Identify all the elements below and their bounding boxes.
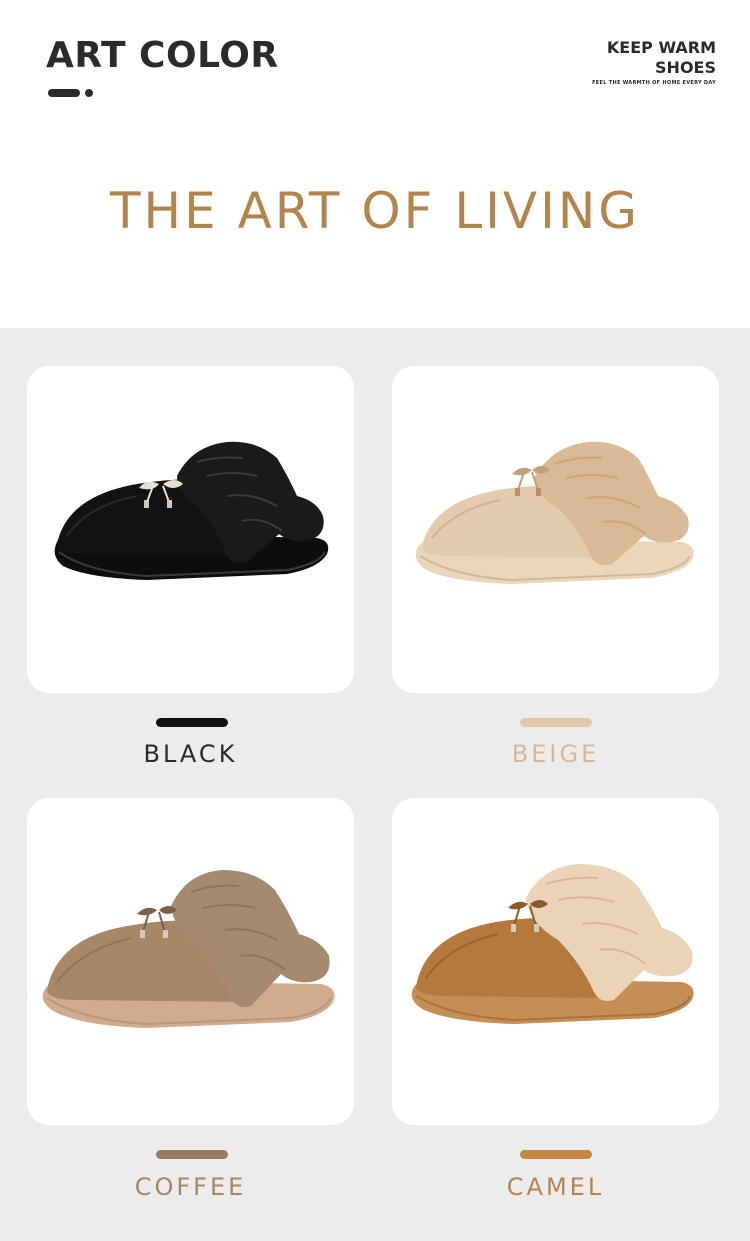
brand-mark-icon <box>48 88 96 98</box>
brand-logo-text: ART COLOR <box>46 35 279 76</box>
product-card-coffee[interactable] <box>27 798 354 1125</box>
swatch-coffee <box>156 1150 228 1159</box>
coffee-fur-slipper-icon <box>42 870 335 1028</box>
color-label-coffee: COFFEE <box>134 1173 247 1201</box>
product-card-camel[interactable] <box>392 798 719 1125</box>
swatch-black <box>156 718 228 727</box>
product-card-black[interactable] <box>27 366 354 693</box>
page-headline: THE ART OF LIVING <box>109 182 641 240</box>
tagline-line-1: KEEP WARM <box>606 38 716 57</box>
color-label-black: BLACK <box>143 740 238 768</box>
tagline-subtext: FEEL THE WARMTH OF HOME EVERY DAY <box>592 80 716 86</box>
tagline: KEEP WARM SHOES FEEL THE WARMTH OF HOME … <box>592 38 716 87</box>
product-card-beige[interactable] <box>392 366 719 693</box>
color-label-camel: CAMEL <box>506 1173 605 1201</box>
black-fur-slipper-icon <box>54 441 329 580</box>
tagline-line-2: SHOES <box>655 58 716 77</box>
header-section: ART COLOR KEEP WARM SHOES FEEL THE WARMT… <box>0 0 750 328</box>
beige-fur-slipper-icon <box>415 441 694 584</box>
camel-fur-slipper-icon <box>411 864 694 1024</box>
swatch-beige <box>520 718 592 727</box>
swatch-camel <box>520 1150 592 1159</box>
color-label-beige: BEIGE <box>511 740 600 768</box>
